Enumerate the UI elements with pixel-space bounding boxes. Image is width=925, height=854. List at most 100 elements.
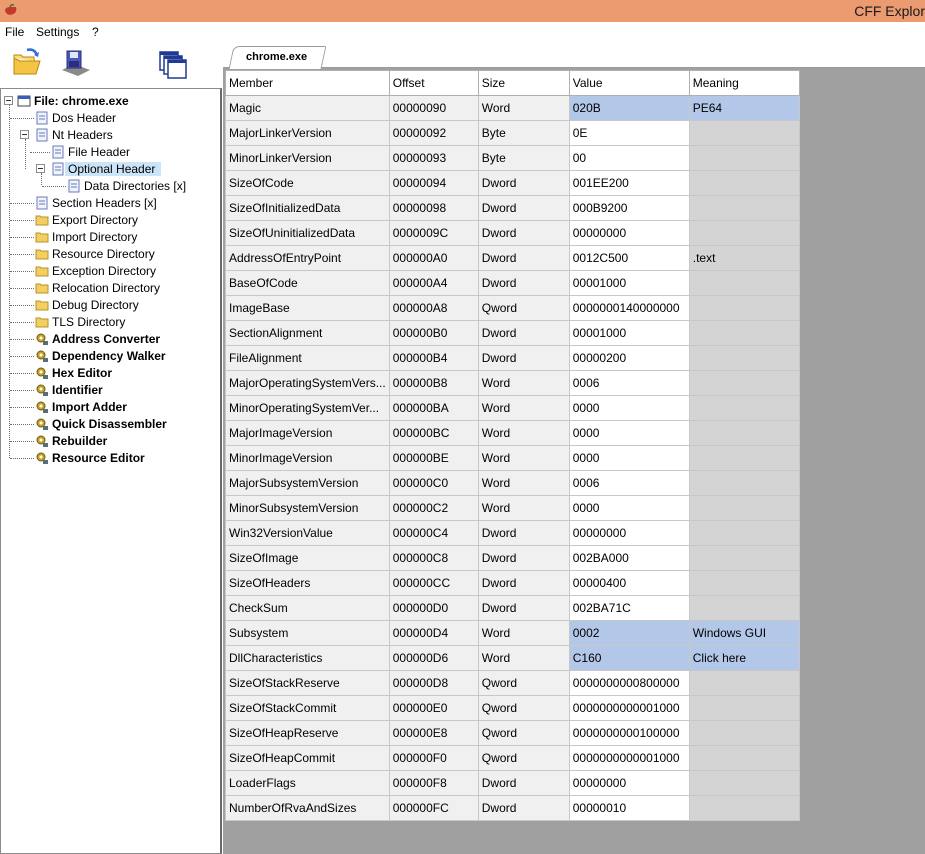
value-cell[interactable]: 0E bbox=[568, 120, 690, 146]
tree-item-relocation-directory[interactable]: Relocation Directory bbox=[35, 279, 160, 296]
table-row[interactable]: MinorOperatingSystemVer... 000000BA Word 00… bbox=[225, 395, 800, 421]
meaning-cell[interactable] bbox=[688, 420, 800, 446]
value-cell[interactable]: 00000010 bbox=[568, 795, 690, 821]
tree-item-exception-directory[interactable]: Exception Directory bbox=[35, 262, 156, 279]
meaning-cell[interactable] bbox=[688, 295, 800, 321]
meaning-cell[interactable] bbox=[688, 145, 800, 171]
table-row[interactable]: MajorSubsystemVersion 000000C0 Word 0006 bbox=[225, 470, 800, 496]
meaning-cell[interactable] bbox=[688, 595, 800, 621]
table-row[interactable]: SizeOfInitializedData 00000098 Dword 000B92… bbox=[225, 195, 800, 221]
menu-help[interactable]: ? bbox=[92, 25, 99, 39]
table-row[interactable]: MinorSubsystemVersion 000000C2 Word 0000 bbox=[225, 495, 800, 521]
tree-item-address-converter[interactable]: Address Converter bbox=[35, 330, 160, 347]
value-cell[interactable]: 0012C500 bbox=[568, 245, 690, 271]
table-row[interactable]: AddressOfEntryPoint 000000A0 Dword 0012C500… bbox=[225, 245, 800, 271]
table-row[interactable]: SizeOfStackCommit 000000E0 Qword 0000000000… bbox=[225, 695, 800, 721]
open-file-button[interactable] bbox=[10, 46, 44, 80]
value-cell[interactable]: 020B bbox=[568, 95, 690, 121]
table-row[interactable]: SizeOfUninitializedData 0000009C Dword 0000… bbox=[225, 220, 800, 246]
value-cell[interactable]: 001EE200 bbox=[568, 170, 690, 196]
value-cell[interactable]: 000B9200 bbox=[568, 195, 690, 221]
meaning-cell[interactable] bbox=[688, 170, 800, 196]
tree-item-resource-editor[interactable]: Resource Editor bbox=[35, 449, 145, 466]
meaning-cell[interactable]: Click here bbox=[688, 645, 800, 671]
value-cell[interactable]: 0000 bbox=[568, 495, 690, 521]
value-cell[interactable]: 0006 bbox=[568, 470, 690, 496]
meaning-cell[interactable] bbox=[688, 720, 800, 746]
value-cell[interactable]: 00000400 bbox=[568, 570, 690, 596]
tree-item-import-adder[interactable]: Import Adder bbox=[35, 398, 127, 415]
tree-item-rebuilder[interactable]: Rebuilder bbox=[35, 432, 107, 449]
tree-item-quick-disassembler[interactable]: Quick Disassembler bbox=[35, 415, 167, 432]
tab-chrome-exe[interactable]: chrome.exe bbox=[228, 46, 327, 69]
meaning-cell[interactable] bbox=[688, 270, 800, 296]
value-cell[interactable]: 00000000 bbox=[568, 520, 690, 546]
value-cell[interactable]: 0000000000001000 bbox=[568, 695, 690, 721]
tree-item-optional-header[interactable]: Optional Header bbox=[51, 160, 162, 177]
value-cell[interactable]: 002BA000 bbox=[568, 545, 690, 571]
meaning-cell[interactable]: .text bbox=[688, 245, 800, 271]
column-header-offset[interactable]: Offset bbox=[388, 70, 479, 96]
table-row[interactable]: MajorLinkerVersion 00000092 Byte 0E bbox=[225, 120, 800, 146]
meaning-cell[interactable] bbox=[688, 670, 800, 696]
meaning-cell[interactable] bbox=[688, 520, 800, 546]
table-row[interactable]: LoaderFlags 000000F8 Dword 00000000 bbox=[225, 770, 800, 796]
tree-item-root[interactable]: File: chrome.exe bbox=[17, 92, 129, 109]
table-row[interactable]: BaseOfCode 000000A4 Dword 00001000 bbox=[225, 270, 800, 296]
table-row[interactable]: DllCharacteristics 000000D6 Word C160 Click … bbox=[225, 645, 800, 671]
table-row[interactable]: SizeOfImage 000000C8 Dword 002BA000 bbox=[225, 545, 800, 571]
menu-settings[interactable]: Settings bbox=[36, 25, 79, 39]
table-row[interactable]: Subsystem 000000D4 Word 0002 Windows GUI bbox=[225, 620, 800, 646]
table-row[interactable]: CheckSum 000000D0 Dword 002BA71C bbox=[225, 595, 800, 621]
tree-item-identifier[interactable]: Identifier bbox=[35, 381, 103, 398]
table-row[interactable]: Magic 00000090 Word 020B PE64 bbox=[225, 95, 800, 121]
table-row[interactable]: FileAlignment 000000B4 Dword 00000200 bbox=[225, 345, 800, 371]
value-cell[interactable]: 0000 bbox=[568, 445, 690, 471]
table-row[interactable]: MajorOperatingSystemVers... 000000B8 Word 0… bbox=[225, 370, 800, 396]
tree-item-file-header[interactable]: File Header bbox=[51, 143, 130, 160]
table-row[interactable]: SectionAlignment 000000B0 Dword 00001000 bbox=[225, 320, 800, 346]
tree-item-export-directory[interactable]: Export Directory bbox=[35, 211, 138, 228]
column-header-meaning[interactable]: Meaning bbox=[688, 70, 800, 96]
value-cell[interactable]: 00000000 bbox=[568, 770, 690, 796]
value-cell[interactable]: 00000000 bbox=[568, 220, 690, 246]
tree-item-debug-directory[interactable]: Debug Directory bbox=[35, 296, 139, 313]
table-row[interactable]: MinorLinkerVersion 00000093 Byte 00 bbox=[225, 145, 800, 171]
meaning-cell[interactable] bbox=[688, 770, 800, 796]
expander-nt-headers[interactable] bbox=[20, 130, 29, 139]
windows-button[interactable] bbox=[156, 46, 190, 80]
table-row[interactable]: NumberOfRvaAndSizes 000000FC Dword 00000010 bbox=[225, 795, 800, 821]
value-cell[interactable]: 0002 bbox=[568, 620, 690, 646]
meaning-cell[interactable] bbox=[688, 370, 800, 396]
meaning-cell[interactable] bbox=[688, 545, 800, 571]
expander-root[interactable] bbox=[4, 96, 13, 105]
tree-item-import-directory[interactable]: Import Directory bbox=[35, 228, 137, 245]
table-row[interactable]: MinorImageVersion 000000BE Word 0000 bbox=[225, 445, 800, 471]
table-row[interactable]: Win32VersionValue 000000C4 Dword 00000000 bbox=[225, 520, 800, 546]
column-header-size[interactable]: Size bbox=[477, 70, 570, 96]
tree-item-nt-headers[interactable]: Nt Headers bbox=[35, 126, 113, 143]
meaning-cell[interactable] bbox=[688, 195, 800, 221]
tree-item-tls-directory[interactable]: TLS Directory bbox=[35, 313, 125, 330]
meaning-cell[interactable] bbox=[688, 695, 800, 721]
tree-item-hex-editor[interactable]: Hex Editor bbox=[35, 364, 112, 381]
meaning-cell[interactable] bbox=[688, 320, 800, 346]
table-row[interactable]: SizeOfCode 00000094 Dword 001EE200 bbox=[225, 170, 800, 196]
column-header-member[interactable]: Member bbox=[225, 70, 390, 96]
value-cell[interactable]: 0000000000100000 bbox=[568, 720, 690, 746]
value-cell[interactable]: 00 bbox=[568, 145, 690, 171]
meaning-cell[interactable] bbox=[688, 795, 800, 821]
value-cell[interactable]: 00001000 bbox=[568, 320, 690, 346]
expander-optional-header[interactable] bbox=[36, 164, 45, 173]
meaning-cell[interactable] bbox=[688, 495, 800, 521]
table-row[interactable]: SizeOfHeaders 000000CC Dword 00000400 bbox=[225, 570, 800, 596]
tree-item-data-directories[interactable]: Data Directories [x] bbox=[67, 177, 186, 194]
meaning-cell[interactable] bbox=[688, 745, 800, 771]
value-cell[interactable]: 00000200 bbox=[568, 345, 690, 371]
table-row[interactable]: MajorImageVersion 000000BC Word 0000 bbox=[225, 420, 800, 446]
value-cell[interactable]: 0000000000800000 bbox=[568, 670, 690, 696]
value-cell[interactable]: 0000000000001000 bbox=[568, 745, 690, 771]
table-row[interactable]: ImageBase 000000A8 Qword 0000000140000000 bbox=[225, 295, 800, 321]
meaning-cell[interactable] bbox=[688, 120, 800, 146]
meaning-cell[interactable] bbox=[688, 220, 800, 246]
